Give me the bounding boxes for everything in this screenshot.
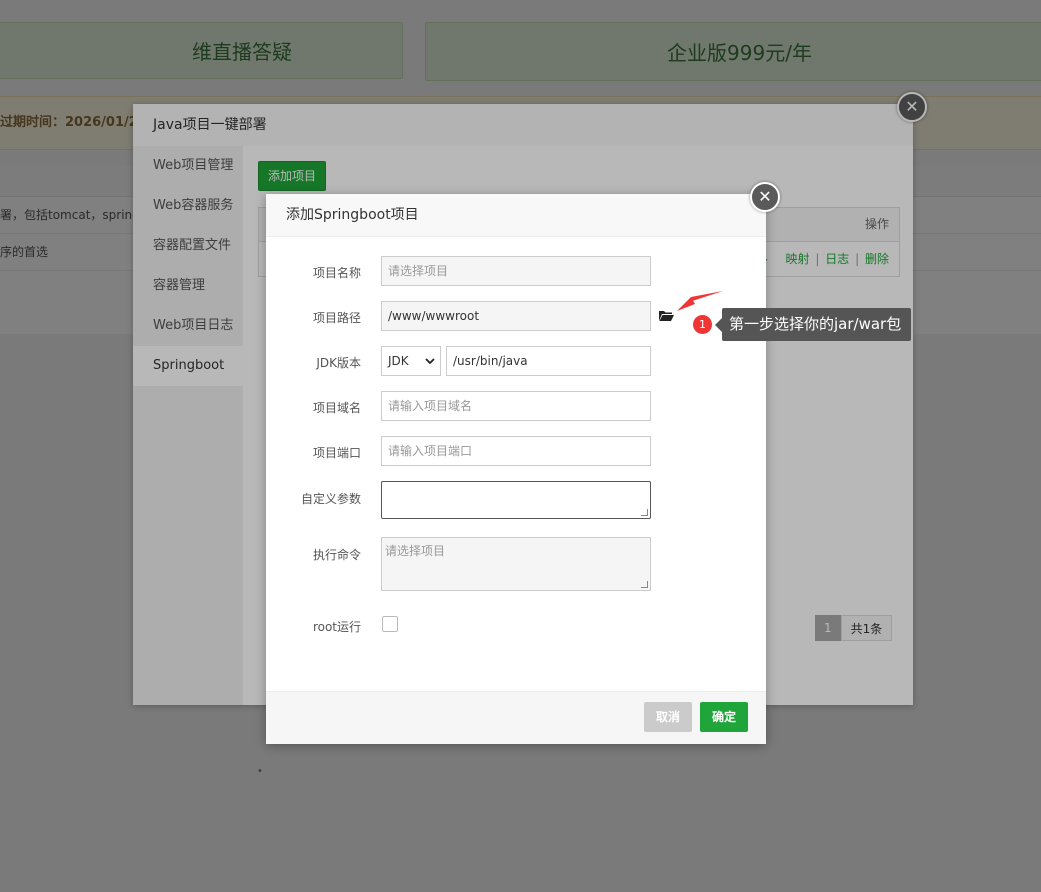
project-port-field[interactable]: 请输入项目端口 [381, 436, 651, 466]
field-label: JDK版本 [316, 356, 361, 370]
modal-footer: 取消 确定 [266, 691, 766, 744]
field-label: 项目端口 [312, 446, 361, 460]
command-textarea[interactable]: 请选择项目 [381, 537, 651, 591]
field-label: 自定义参数 [300, 492, 361, 506]
form-row-name: 项目名称 请选择项目 [266, 256, 766, 286]
root-run-checkbox[interactable] [382, 616, 398, 632]
add-springboot-modal: 添加Springboot项目 项目名称 请选择项目 项目路径 /www/wwwr… [266, 194, 766, 744]
project-name-field[interactable]: 请选择项目 [381, 256, 651, 286]
field-label: 项目名称 [312, 266, 361, 280]
jdk-select[interactable]: JDK [381, 346, 441, 376]
field-label: 项目域名 [312, 401, 361, 415]
jdk-select-value: JDK [388, 354, 409, 368]
jdk-path-field[interactable]: /usr/bin/java [446, 346, 651, 376]
project-domain-field[interactable]: 请输入项目域名 [381, 391, 651, 421]
form-row-args: 自定义参数 [266, 481, 766, 519]
form-row-command: 执行命令 请选择项目 [266, 537, 766, 591]
chevron-down-icon [425, 358, 435, 365]
springboot-modal-title: 添加Springboot项目 [266, 194, 766, 237]
form-row-root: root运行 [266, 616, 766, 634]
form-row-domain: 项目域名 请输入项目域名 [266, 391, 766, 421]
project-path-field[interactable]: /www/wwwroot [381, 301, 651, 331]
confirm-button[interactable]: 确定 [700, 702, 748, 732]
form-row-port: 项目端口 请输入项目端口 [266, 436, 766, 466]
step-badge: 1 [693, 315, 712, 334]
form-row-jdk: JDK版本 JDK /usr/bin/java [266, 346, 766, 376]
field-label: root运行 [312, 620, 361, 634]
guide-tooltip: 第一步选择你的jar/war包 [714, 308, 912, 341]
springboot-modal-close-icon[interactable]: ✕ [750, 182, 780, 212]
custom-args-textarea[interactable] [381, 481, 651, 519]
cancel-button[interactable]: 取消 [644, 702, 692, 732]
field-label: 执行命令 [312, 548, 361, 562]
folder-open-icon[interactable] [659, 310, 674, 322]
pointer-arrow-icon [677, 291, 723, 311]
field-label: 项目路径 [312, 311, 361, 325]
